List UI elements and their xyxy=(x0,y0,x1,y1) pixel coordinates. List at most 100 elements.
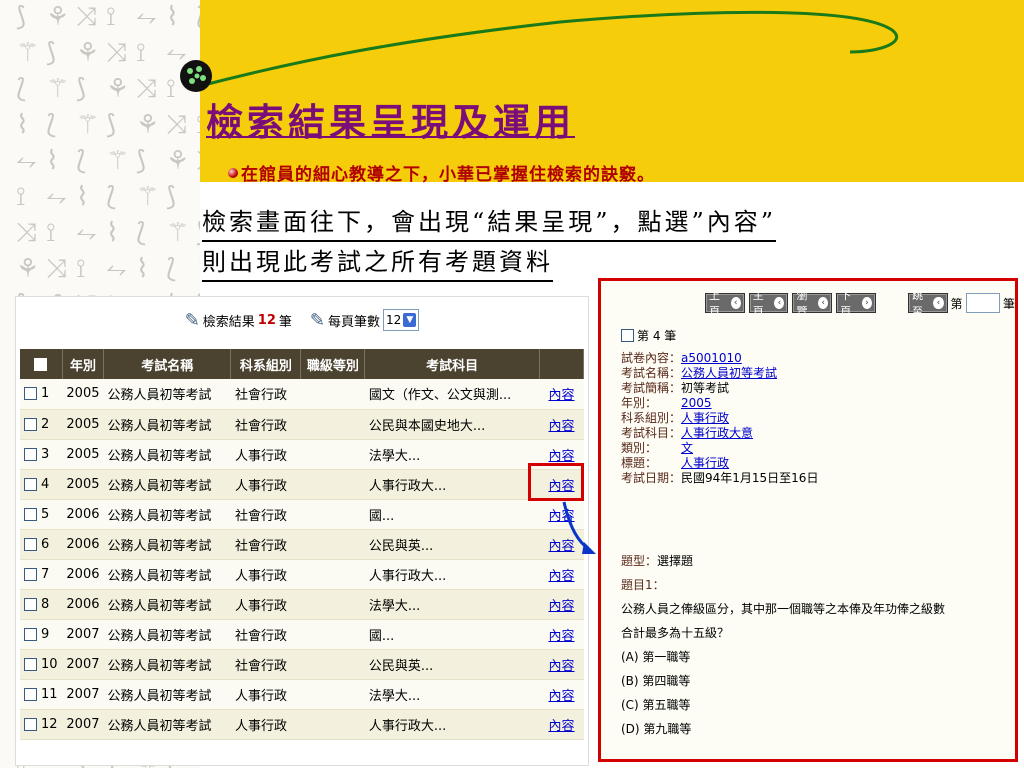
option-d: (D) 第九職等 xyxy=(621,722,692,736)
per-page-select[interactable]: 12 ▼ xyxy=(383,309,420,331)
table-row: 9 2007 公務人員初等考試 社會行政 國... 內容 xyxy=(20,619,584,650)
row-checkbox[interactable] xyxy=(24,597,37,611)
row-select-cell: 3 xyxy=(20,439,63,470)
field-value[interactable]: 2005 xyxy=(681,396,712,411)
cell-year: 2005 xyxy=(62,409,104,440)
row-checkbox[interactable] xyxy=(24,567,37,581)
row-select-cell: 6 xyxy=(20,529,63,560)
field-value: 民國94年1月15日至16日 xyxy=(681,471,819,485)
field-value[interactable]: a5001010 xyxy=(681,351,742,366)
pattern-glyph-icon: ⟟ xyxy=(76,254,86,284)
field-value[interactable]: 公務人員初等考試 xyxy=(681,366,777,381)
row-checkbox[interactable] xyxy=(24,417,37,431)
table-row: 5 2006 公務人員初等考試 社會行政 國... 內容 xyxy=(20,499,584,530)
cell-grade xyxy=(300,499,365,530)
select-all-cell[interactable] xyxy=(20,349,63,379)
cell-exam: 公務人員初等考試 xyxy=(103,559,231,590)
row-select-cell: 9 xyxy=(20,619,63,650)
jump-button[interactable]: 跳至 ‹ xyxy=(907,289,948,318)
cell-dept: 人事行政 xyxy=(230,709,301,740)
cell-link: 內容 xyxy=(539,679,584,710)
home-button[interactable]: 主頁 ‹ xyxy=(748,289,789,318)
row-number: 1 xyxy=(41,386,50,402)
cell-exam: 公務人員初等考試 xyxy=(103,469,231,500)
cell-year: 2006 xyxy=(62,529,104,560)
cell-grade xyxy=(300,439,365,470)
pattern-glyph-icon: ⤨ xyxy=(46,254,67,284)
content-link[interactable]: 內容 xyxy=(548,419,574,434)
chevron-down-icon: ▼ xyxy=(403,313,417,327)
record-checkbox[interactable] xyxy=(621,329,634,342)
cell-dept: 人事行政 xyxy=(230,469,301,500)
cell-year: 2005 xyxy=(62,469,104,500)
detail-field: 考試科目： 人事行政大意 xyxy=(621,426,818,441)
option-a: (A) 第一職等 xyxy=(621,650,691,664)
content-link[interactable]: 內容 xyxy=(548,629,574,644)
content-link[interactable]: 內容 xyxy=(548,569,574,584)
prev-page-button[interactable]: 上頁 ‹ xyxy=(705,289,745,318)
field-value[interactable]: 人事行政 xyxy=(681,456,729,471)
col-dept: 科系組別 xyxy=(230,349,302,379)
table-row: 8 2006 公務人員初等考試 人事行政 法學大... 內容 xyxy=(20,589,584,620)
detail-field: 考試名稱： 公務人員初等考試 xyxy=(621,366,818,381)
row-checkbox[interactable] xyxy=(24,627,37,641)
table-row: 7 2006 公務人員初等考試 人事行政 人事行政大... 內容 xyxy=(20,559,584,590)
row-checkbox[interactable] xyxy=(24,387,37,401)
cell-subject: 人事行政大... xyxy=(364,559,540,590)
pattern-glyph-icon: ⚘ xyxy=(16,254,40,284)
content-link[interactable]: 內容 xyxy=(548,449,574,464)
cell-grade xyxy=(300,619,365,650)
row-checkbox[interactable] xyxy=(24,537,37,551)
table-row: 4 2005 公務人員初等考試 人事行政 人事行政大... 內容 xyxy=(20,469,584,500)
cell-grade xyxy=(300,559,365,590)
content-link[interactable]: 內容 xyxy=(548,719,574,734)
cell-exam: 公務人員初等考試 xyxy=(103,529,231,560)
option-c: (C) 第五職等 xyxy=(621,698,691,712)
col-subject: 考試科目 xyxy=(364,349,540,379)
jump-page-input[interactable] xyxy=(965,293,1000,313)
pattern-glyph-icon: ⌇ xyxy=(136,254,149,284)
row-checkbox[interactable] xyxy=(24,477,37,491)
detail-field: 標題： 人事行政 xyxy=(621,456,818,471)
next-page-button[interactable]: 下頁 › xyxy=(836,289,876,318)
detail-field: 類別： 文 xyxy=(621,441,818,456)
row-checkbox[interactable] xyxy=(24,657,37,671)
row-number: 11 xyxy=(41,686,58,702)
cell-subject: 法學大... xyxy=(364,679,540,710)
field-value[interactable]: 人事行政大意 xyxy=(681,426,753,441)
content-link[interactable]: 內容 xyxy=(548,388,574,403)
cell-subject: 公民與英... xyxy=(364,529,540,560)
cell-exam: 公務人員初等考試 xyxy=(103,589,231,620)
row-number: 2 xyxy=(41,416,50,432)
field-key: 考試簡稱： xyxy=(621,381,682,395)
results-table: 年別 考試名稱 科系組別 職級等別 考試科目 1 2005 公務人員初等考試 社會行政… xyxy=(20,349,585,740)
cell-link: 內容 xyxy=(539,559,584,590)
content-link[interactable]: 內容 xyxy=(548,659,574,674)
row-checkbox[interactable] xyxy=(24,687,37,701)
cell-exam: 公務人員初等考試 xyxy=(103,499,231,530)
field-value[interactable]: 文 xyxy=(681,441,693,456)
select-all-checkbox[interactable] xyxy=(34,357,48,371)
cell-subject: 國... xyxy=(364,619,540,650)
body-line-2: 則出現此考試之所有考題資料 xyxy=(202,244,553,282)
row-checkbox[interactable] xyxy=(24,447,37,461)
question-block: 題型：選擇題 題目1： 公務人員之俸級區分，其中那一個職等之本俸及年功俸之級數 … xyxy=(621,549,945,741)
cell-grade xyxy=(300,469,365,500)
field-value[interactable]: 人事行政 xyxy=(681,411,729,426)
field-key: 考試科目： xyxy=(621,426,682,440)
detail-field: 科系組別： 人事行政 xyxy=(621,411,818,426)
row-checkbox[interactable] xyxy=(24,507,37,521)
col-year: 年別 xyxy=(62,349,105,379)
cell-subject: 國文（作文、公文與測... xyxy=(364,379,540,410)
content-link[interactable]: 內容 xyxy=(548,599,574,614)
record-label-text: 第 4 筆 xyxy=(637,329,677,343)
pattern-glyph-icon: ⚚ xyxy=(166,218,190,248)
arrow-icon xyxy=(562,501,596,554)
row-select-cell: 12 xyxy=(20,709,63,740)
table-row: 11 2007 公務人員初等考試 人事行政 法學大... 內容 xyxy=(20,679,584,710)
browse-button[interactable]: 瀏覽 ‹ xyxy=(792,289,833,318)
content-link[interactable]: 內容 xyxy=(548,689,574,704)
cell-year: 2007 xyxy=(62,649,104,680)
row-checkbox[interactable] xyxy=(24,717,37,731)
detail-field: 試卷內容： a5001010 xyxy=(621,351,818,366)
